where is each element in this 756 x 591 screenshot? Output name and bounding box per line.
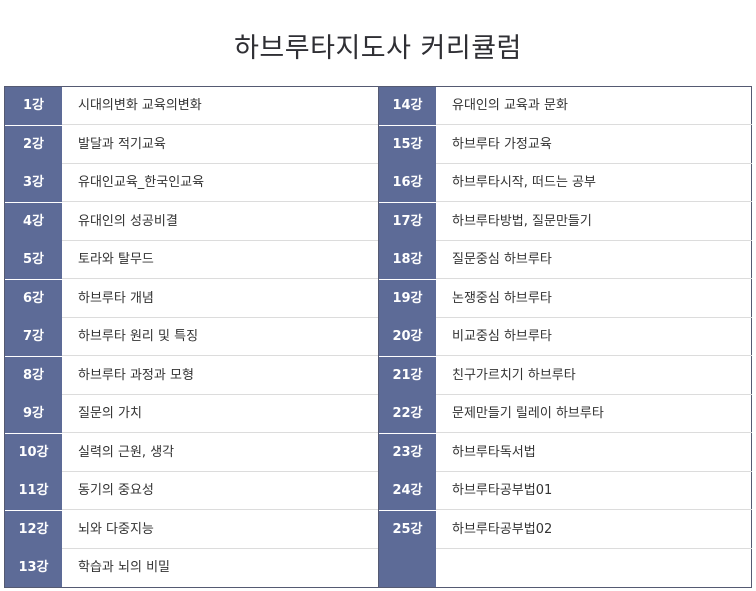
lesson-topic: 유대인교육_한국인교육 (78, 175, 205, 190)
lesson-topic: 토라와 탈무드 (78, 252, 154, 267)
curriculum-row: 15강 하브루타 가정교육 (379, 125, 752, 164)
lesson-number: 24강 (379, 472, 436, 510)
curriculum-row: 20강 비교중심 하브루타 (379, 318, 752, 356)
curriculum-row: 12강 뇌와 다중지능 (5, 510, 378, 549)
lesson-number: 18강 (379, 241, 436, 279)
curriculum-row: 5강 토라와 탈무드 (5, 241, 378, 279)
lesson-number: 17강 (379, 202, 436, 241)
lesson-topic: 하브루타 원리 및 특징 (78, 329, 199, 344)
lesson-number: 10강 (5, 433, 62, 472)
curriculum-right-column: 14강 유대인의 교육과 문화 15강 하브루타 가정교육 16강 하브루타시작, 떠드는… (379, 87, 752, 587)
curriculum-row: 14강 유대인의 교육과 문화 (379, 87, 752, 125)
lesson-number: 11강 (5, 472, 62, 510)
lesson-number: 1강 (5, 87, 62, 125)
curriculum-row: 24강 하브루타공부법01 (379, 472, 752, 510)
lesson-topic: 하브루타 개념 (78, 290, 154, 306)
lesson-topic: 유대인의 교육과 문화 (452, 98, 568, 113)
row-separator (436, 547, 752, 549)
page-title: 하브루타지도사 커리큘럼 (234, 33, 522, 65)
lesson-number: 6강 (5, 279, 62, 318)
lesson-topic: 학습과 뇌의 비밀 (78, 560, 170, 575)
lesson-number: 3강 (5, 164, 62, 202)
lesson-topic: 비교중심 하브루타 (452, 329, 552, 344)
lesson-topic: 실력의 근원, 생각 (78, 444, 175, 460)
curriculum-row: 18강 질문중심 하브루타 (379, 241, 752, 279)
curriculum-row: 9강 질문의 가치 (5, 395, 378, 433)
curriculum-left-column: 1강 시대의변화 교육의변화 2강 발달과 적기교육 3강 유대인교육_한국인교육 4강 유대… (5, 87, 378, 587)
curriculum-row: 11강 동기의 중요성 (5, 472, 378, 510)
lesson-number: 16강 (379, 164, 436, 202)
curriculum-row: 2강 발달과 적기교육 (5, 125, 378, 164)
curriculum-row: 8강 하브루타 과정과 모형 (5, 356, 378, 395)
lesson-topic: 뇌와 다중지능 (78, 521, 154, 537)
lesson-topic: 문제만들기 릴레이 하브루타 (452, 406, 604, 421)
lesson-topic: 친구가르치기 하브루타 (452, 367, 576, 383)
lesson-number: 5강 (5, 241, 62, 279)
curriculum-row: 16강 하브루타시작, 떠드는 공부 (379, 164, 752, 202)
curriculum-row: 17강 하브루타방법, 질문만들기 (379, 202, 752, 241)
curriculum-row: 23강 하브루타독서법 (379, 433, 752, 472)
curriculum-row: 21강 친구가르치기 하브루타 (379, 356, 752, 395)
curriculum-row: 10강 실력의 근원, 생각 (5, 433, 378, 472)
lesson-topic: 하브루타방법, 질문만들기 (452, 213, 592, 229)
curriculum-row: 25강 하브루타공부법02 (379, 510, 752, 549)
lesson-topic: 하브루타시작, 떠드는 공부 (452, 175, 596, 190)
empty-number-cell (379, 549, 436, 587)
lesson-number: 15강 (379, 125, 436, 164)
lesson-topic: 하브루타공부법02 (452, 521, 553, 537)
curriculum-row: 6강 하브루타 개념 (5, 279, 378, 318)
lesson-topic: 질문의 가치 (78, 406, 142, 421)
curriculum-row: 22강 문제만들기 릴레이 하브루타 (379, 395, 752, 433)
curriculum-row: 1강 시대의변화 교육의변화 (5, 87, 378, 125)
lesson-topic: 하브루타독서법 (452, 444, 536, 460)
lesson-number: 12강 (5, 510, 62, 549)
curriculum-table: 1강 시대의변화 교육의변화 2강 발달과 적기교육 3강 유대인교육_한국인교육 4강 유대… (4, 86, 752, 588)
lesson-number: 22강 (379, 395, 436, 433)
lesson-number: 4강 (5, 202, 62, 241)
lesson-topic: 시대의변화 교육의변화 (78, 98, 202, 113)
lesson-topic: 하브루타 과정과 모형 (78, 367, 194, 383)
lesson-topic: 논쟁중심 하브루타 (452, 290, 552, 306)
lesson-number: 8강 (5, 356, 62, 395)
lesson-topic: 발달과 적기교육 (78, 136, 166, 152)
lesson-topic: 하브루타 가정교육 (452, 136, 552, 152)
lesson-number: 23강 (379, 433, 436, 472)
lesson-number: 21강 (379, 356, 436, 395)
curriculum-row: 7강 하브루타 원리 및 특징 (5, 318, 378, 356)
curriculum-row: 3강 유대인교육_한국인교육 (5, 164, 378, 202)
lesson-number: 9강 (5, 395, 62, 433)
lesson-number: 7강 (5, 318, 62, 356)
lesson-number: 14강 (379, 87, 436, 125)
lesson-number: 2강 (5, 125, 62, 164)
curriculum-row: 4강 유대인의 성공비결 (5, 202, 378, 241)
lesson-number: 25강 (379, 510, 436, 549)
lesson-number: 13강 (5, 549, 62, 587)
lesson-topic: 하브루타공부법01 (452, 483, 553, 498)
lesson-topic: 유대인의 성공비결 (78, 213, 178, 229)
lesson-number: 20강 (379, 318, 436, 356)
lesson-number: 19강 (379, 279, 436, 318)
lesson-topic: 질문중심 하브루타 (452, 252, 552, 267)
curriculum-row: 13강 학습과 뇌의 비밀 (5, 549, 378, 587)
curriculum-row: 19강 논쟁중심 하브루타 (379, 279, 752, 318)
lesson-topic: 동기의 중요성 (78, 483, 154, 498)
